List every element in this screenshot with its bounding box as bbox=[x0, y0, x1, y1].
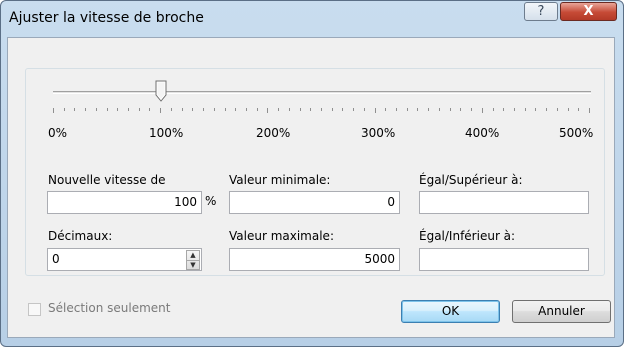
slider-tick bbox=[342, 108, 343, 111]
selection-only-checkbox[interactable] bbox=[28, 303, 41, 316]
slider-tick bbox=[535, 108, 536, 111]
title-bar[interactable]: Ajuster la vitesse de broche ? X bbox=[1, 1, 623, 37]
tick-label-100: 100% bbox=[149, 126, 184, 140]
slider-tick bbox=[557, 108, 558, 111]
slider-tick bbox=[235, 108, 236, 111]
slider-tick bbox=[460, 108, 461, 111]
slider-tick bbox=[396, 108, 397, 111]
slider-tick bbox=[439, 108, 440, 111]
slider-tick bbox=[385, 108, 386, 111]
min-value-field[interactable]: 0 bbox=[229, 191, 400, 214]
slider-tick bbox=[589, 108, 590, 113]
decimals-field[interactable]: 0 bbox=[47, 248, 202, 271]
slider-tick bbox=[96, 108, 97, 111]
slider-tick bbox=[107, 108, 108, 111]
tick-label-300: 300% bbox=[361, 126, 396, 140]
decimals-label: Décimaux: bbox=[48, 229, 113, 243]
slider-tick bbox=[278, 108, 279, 111]
slider-tick bbox=[192, 108, 193, 111]
tick-label-200: 200% bbox=[256, 126, 291, 140]
slider-tick bbox=[289, 108, 290, 111]
speed-slider-track[interactable] bbox=[53, 91, 591, 94]
selection-only-label: Sélection seulement bbox=[48, 301, 171, 315]
new-speed-field[interactable]: 100 bbox=[47, 191, 202, 214]
slider-tick bbox=[267, 108, 268, 113]
slider-tick bbox=[149, 108, 150, 111]
slider-tick bbox=[514, 108, 515, 111]
slider-tick bbox=[450, 108, 451, 111]
slider-tick bbox=[160, 108, 161, 113]
slider-tick bbox=[578, 108, 579, 111]
slider-tick bbox=[74, 108, 75, 111]
close-button[interactable]: X bbox=[560, 2, 617, 21]
tick-label-400: 400% bbox=[465, 126, 500, 140]
slider-tick bbox=[257, 108, 258, 111]
speed-groupbox bbox=[25, 68, 605, 276]
slider-tick bbox=[332, 108, 333, 111]
slider-ticks bbox=[53, 108, 593, 114]
slider-tick bbox=[214, 108, 215, 111]
slider-tick bbox=[471, 108, 472, 111]
slider-tick bbox=[407, 108, 408, 111]
slider-tick bbox=[546, 108, 547, 111]
slider-tick bbox=[364, 108, 365, 111]
percent-unit: % bbox=[205, 194, 217, 208]
ok-button[interactable]: OK bbox=[401, 300, 500, 323]
min-value-label: Valeur minimale: bbox=[229, 173, 331, 187]
greater-equal-label: Égal/Supérieur à: bbox=[419, 173, 523, 187]
slider-tick bbox=[246, 108, 247, 111]
help-button[interactable]: ? bbox=[524, 2, 558, 21]
less-equal-field[interactable] bbox=[419, 248, 589, 271]
less-equal-label: Égal/Inférieur à: bbox=[419, 229, 516, 243]
slider-tick bbox=[182, 108, 183, 111]
slider-tick bbox=[64, 108, 65, 111]
slider-tick bbox=[428, 108, 429, 111]
greater-equal-field[interactable] bbox=[419, 191, 589, 214]
slider-tick bbox=[128, 108, 129, 111]
cancel-button[interactable]: Annuler bbox=[512, 300, 611, 323]
tick-label-0: 0% bbox=[48, 126, 68, 140]
slider-tick bbox=[503, 108, 504, 111]
slider-tick bbox=[300, 108, 301, 111]
slider-tick bbox=[568, 108, 569, 111]
max-value-field[interactable]: 5000 bbox=[229, 248, 400, 271]
spin-up-arrow-icon[interactable]: ▲ bbox=[187, 251, 199, 260]
slider-tick bbox=[375, 108, 376, 113]
slider-tick bbox=[525, 108, 526, 111]
slider-tick bbox=[353, 108, 354, 111]
slider-tick bbox=[321, 108, 322, 111]
slider-tick bbox=[85, 108, 86, 111]
speed-slider-thumb[interactable] bbox=[155, 80, 167, 102]
slider-tick bbox=[203, 108, 204, 111]
tick-label-500: 500% bbox=[559, 126, 594, 140]
new-speed-label: Nouvelle vitesse de bbox=[48, 173, 166, 187]
spin-down-arrow-icon[interactable]: ▼ bbox=[187, 260, 199, 270]
slider-tick bbox=[493, 108, 494, 111]
slider-tick bbox=[139, 108, 140, 111]
dialog-title: Ajuster la vitesse de broche bbox=[9, 10, 204, 26]
slider-tick bbox=[310, 108, 311, 111]
slider-tick bbox=[53, 108, 54, 113]
decimals-spinner[interactable]: ▲ ▼ bbox=[186, 250, 200, 270]
slider-tick bbox=[482, 108, 483, 113]
slider-tick bbox=[417, 108, 418, 111]
slider-tick bbox=[117, 108, 118, 111]
max-value-label: Valeur maximale: bbox=[229, 229, 334, 243]
slider-tick bbox=[225, 108, 226, 111]
slider-tick bbox=[171, 108, 172, 111]
